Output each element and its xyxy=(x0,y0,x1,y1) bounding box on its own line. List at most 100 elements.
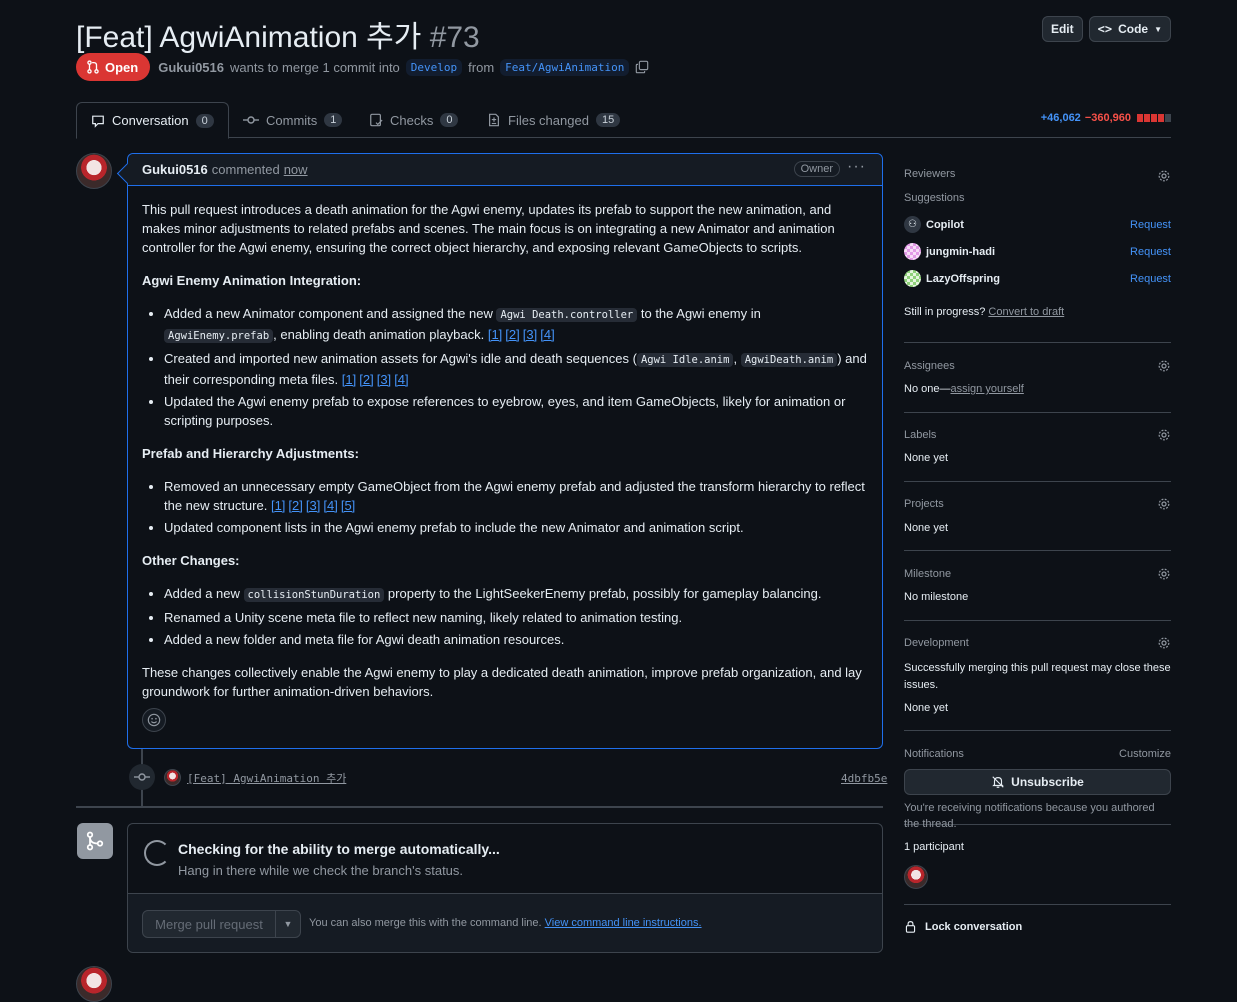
request-review-button[interactable]: Request xyxy=(1130,219,1171,231)
notifications-title: Notifications xyxy=(904,748,964,760)
edit-label: Edit xyxy=(1050,22,1074,36)
customize-link[interactable]: Customize xyxy=(1119,748,1171,760)
gear-icon[interactable] xyxy=(1157,169,1171,183)
ref-link[interactable]: [4] xyxy=(323,498,337,513)
labels-title[interactable]: Labels xyxy=(904,429,936,441)
assignees-title[interactable]: Assignees xyxy=(904,360,955,372)
edit-button[interactable]: Edit xyxy=(1041,16,1083,42)
ref-link[interactable]: [1] xyxy=(488,327,502,342)
list-item: Added a new Animator component and assig… xyxy=(164,304,868,346)
gear-icon[interactable] xyxy=(1157,636,1171,650)
reviewer-row: ⚇ Copilot Request xyxy=(904,211,1171,238)
commit-author-avatar[interactable] xyxy=(164,769,181,786)
ref-link[interactable]: [5] xyxy=(341,498,355,513)
projects-title[interactable]: Projects xyxy=(904,498,944,510)
code-icon: <> xyxy=(1097,22,1113,36)
merge-box: Checking for the ability to merge automa… xyxy=(127,823,883,953)
list-item: Created and imported new animation asset… xyxy=(164,349,868,389)
ref-link[interactable]: [4] xyxy=(394,372,408,387)
tab-files-changed[interactable]: Files changed 15 xyxy=(473,102,634,138)
merge-pull-request-button[interactable]: Merge pull request xyxy=(142,910,276,938)
comment-author-avatar[interactable] xyxy=(76,153,112,189)
commit-message[interactable]: [Feat] AgwiAnimation 추가 xyxy=(187,770,346,786)
development-text: Successfully merging this pull request m… xyxy=(904,662,1171,691)
base-branch[interactable]: Develop xyxy=(405,58,463,76)
gear-icon[interactable] xyxy=(1157,497,1171,511)
milestone-title[interactable]: Milestone xyxy=(904,568,951,580)
gear-icon[interactable] xyxy=(1157,359,1171,373)
pr-meta: Open Gukui0516 wants to merge 1 commit i… xyxy=(76,53,649,81)
ref-link[interactable]: [3] xyxy=(377,372,391,387)
ref-link[interactable]: [3] xyxy=(306,498,320,513)
unsubscribe-button[interactable]: Unsubscribe xyxy=(904,769,1171,795)
lock-conversation-button[interactable]: Lock conversation xyxy=(904,905,1171,945)
projects-value: None yet xyxy=(904,522,949,534)
request-review-button[interactable]: Request xyxy=(1130,246,1171,258)
page-title: [Feat] AgwiAnimation 추가 #73 xyxy=(76,12,480,56)
head-branch[interactable]: Feat/AgwiAnimation xyxy=(500,58,630,76)
tab-count: 1 xyxy=(324,113,343,127)
pr-header: [Feat] AgwiAnimation 추가 #73 Edit <> Code… xyxy=(76,10,1171,90)
comment-timestamp[interactable]: now xyxy=(284,162,308,177)
state-label: Open xyxy=(105,59,139,75)
pr-sidebar: Reviewers Suggestions ⚇ Copilot Request … xyxy=(904,160,1171,945)
tab-label: Commits xyxy=(266,112,318,128)
author-link[interactable]: Gukui0516 xyxy=(158,60,224,75)
ref-link[interactable]: [1] xyxy=(271,498,285,513)
ref-link[interactable]: [1] xyxy=(342,372,356,387)
command-line-instructions-link[interactable]: View command line instructions. xyxy=(545,917,702,929)
comment-body: This pull request introduces a death ani… xyxy=(128,186,882,701)
development-value: None yet xyxy=(904,702,949,714)
merge-status-title: Checking for the ability to merge automa… xyxy=(178,841,500,857)
caret-down-icon: ▼ xyxy=(1154,24,1162,34)
list-item: Updated component lists in the Agwi enem… xyxy=(164,518,868,537)
assignees-value: No one—assign yourself xyxy=(904,383,1024,395)
diffstat: +46,062 −360,960 xyxy=(1041,112,1171,124)
pull-request-icon xyxy=(87,60,99,74)
merge-options-dropdown[interactable]: ▼ xyxy=(275,910,301,938)
development-section: Development Successfully merging this pu… xyxy=(904,621,1171,731)
code-label: Code xyxy=(1118,22,1149,36)
ref-link[interactable]: [3] xyxy=(523,327,537,342)
list-item: Updated the Agwi enemy prefab to expose … xyxy=(164,392,868,430)
pr-description-comment: Gukui0516 commented now Owner ··· This p… xyxy=(127,153,883,749)
tab-conversation[interactable]: Conversation 0 xyxy=(76,102,229,139)
timeline-separator xyxy=(76,806,883,808)
request-review-button[interactable]: Request xyxy=(1130,273,1171,285)
ref-link[interactable]: [2] xyxy=(359,372,373,387)
pr-title-text: [Feat] AgwiAnimation 추가 xyxy=(76,21,422,54)
section-heading: Prefab and Hierarchy Adjustments: xyxy=(142,446,359,461)
gear-icon[interactable] xyxy=(1157,428,1171,442)
assign-yourself-link[interactable]: assign yourself xyxy=(950,383,1023,395)
ref-link[interactable]: [2] xyxy=(505,327,519,342)
reviewers-section: Reviewers Suggestions ⚇ Copilot Request … xyxy=(904,160,1171,343)
participant-avatar[interactable] xyxy=(904,865,928,889)
code-button[interactable]: <> Code ▼ xyxy=(1088,16,1171,42)
owner-badge: Owner xyxy=(793,161,840,177)
next-comment-avatar xyxy=(76,966,112,1002)
reviewers-title[interactable]: Reviewers xyxy=(904,168,955,180)
copilot-icon: ⚇ xyxy=(904,216,921,233)
avatar xyxy=(904,270,921,287)
tab-checks[interactable]: Checks 0 xyxy=(355,102,472,138)
reviewer-name: LazyOffspring xyxy=(926,272,1000,285)
labels-value: None yet xyxy=(904,452,949,464)
git-merge-icon xyxy=(77,823,113,859)
convert-to-draft-link[interactable]: Convert to draft xyxy=(988,306,1064,318)
reviewer-name: Copilot xyxy=(926,218,964,231)
list-item: Removed an unnecessary empty GameObject … xyxy=(164,477,868,515)
checklist-icon xyxy=(370,113,383,127)
gear-icon[interactable] xyxy=(1157,567,1171,581)
tab-commits[interactable]: Commits 1 xyxy=(229,102,356,138)
unsubscribe-label: Unsubscribe xyxy=(1011,775,1084,789)
ref-link[interactable]: [4] xyxy=(540,327,554,342)
ref-link[interactable]: [2] xyxy=(288,498,302,513)
add-reaction-button[interactable] xyxy=(142,708,166,732)
development-title[interactable]: Development xyxy=(904,637,969,649)
comment-author[interactable]: Gukui0516 xyxy=(142,162,208,177)
kebab-menu-icon[interactable]: ··· xyxy=(847,158,866,176)
commit-sha[interactable]: 4dbfb5e xyxy=(841,772,887,785)
copy-icon[interactable] xyxy=(635,60,649,74)
projects-section: Projects None yet xyxy=(904,482,1171,551)
tab-label: Conversation xyxy=(112,113,189,128)
